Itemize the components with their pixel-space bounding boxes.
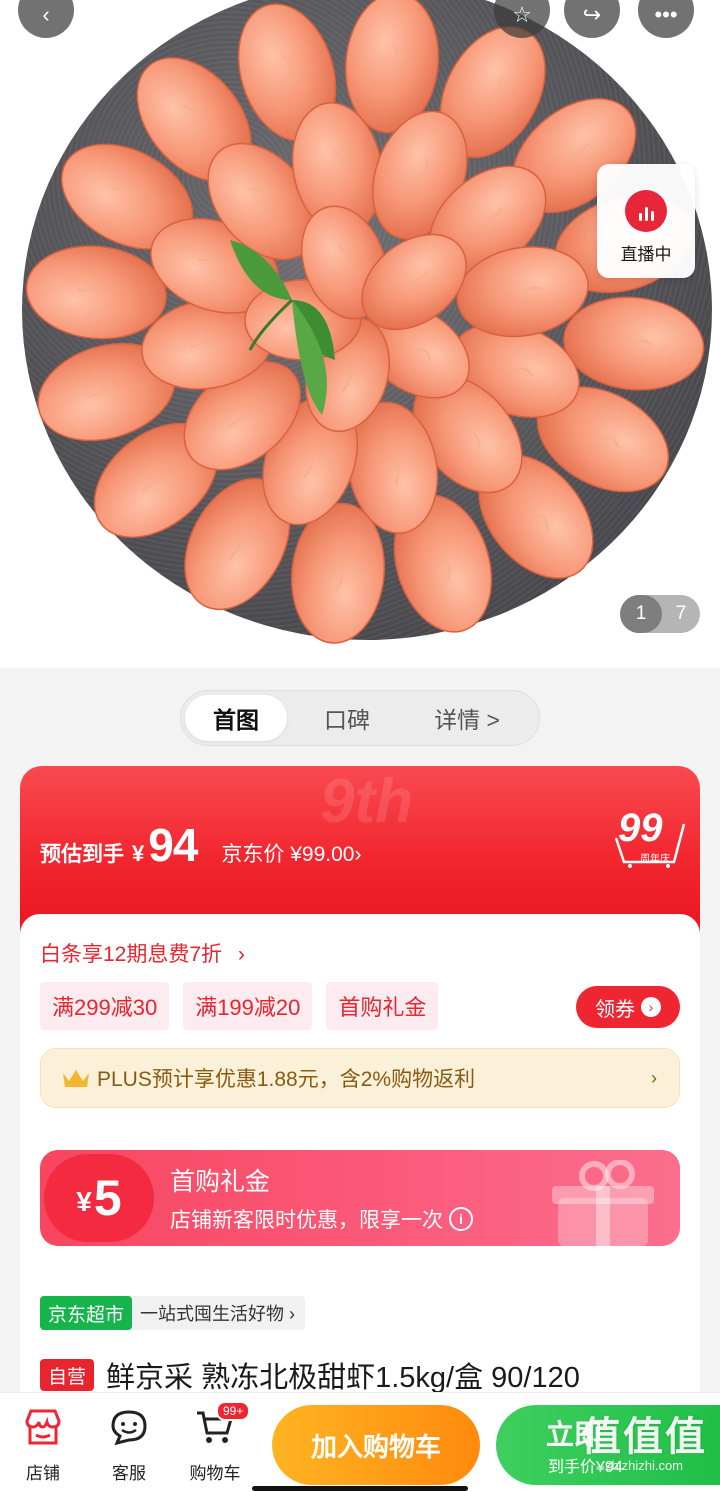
discount-chips: 满299减30 满199减20 首购礼金 xyxy=(40,982,439,1030)
cart-label: 购物车 xyxy=(189,1464,241,1483)
info-icon[interactable]: i xyxy=(449,1207,473,1231)
shrimp-image xyxy=(25,0,705,644)
jd-supermarket-badge: 京东超市 xyxy=(40,1296,133,1330)
get-coupon-button[interactable]: 领券 › xyxy=(576,986,680,1028)
chevron-circle-icon: › xyxy=(641,997,661,1017)
home-indicator xyxy=(252,1486,468,1491)
site-watermark: 值值值 zhizhizhi.com xyxy=(574,1404,714,1473)
product-image-gallery[interactable]: ‹ ☆ ↪ ••• 直播中 1 7 xyxy=(0,0,720,668)
section-tabs: 首图 口碑 详情 > xyxy=(180,690,540,746)
coupon-label: 领券 xyxy=(595,998,635,1021)
anniversary-badge: 99 周年庆 xyxy=(610,806,688,868)
estimate-currency: ¥ xyxy=(132,841,145,866)
product-title: 鲜京采 熟冻北极甜虾1.5kg/盒 90/120 xyxy=(106,1362,580,1394)
chevron-right-icon: › xyxy=(651,1067,657,1088)
store-icon xyxy=(8,1407,78,1447)
gift-amount: ¥ 5 xyxy=(44,1154,154,1242)
discount-chip[interactable]: 首购礼金 xyxy=(326,982,439,1030)
discount-chip[interactable]: 满299减30 xyxy=(40,982,170,1030)
estimate-label: 预估到手 xyxy=(40,843,124,866)
self-operated-tag: 自营 xyxy=(40,1359,95,1391)
image-pager: 1 7 xyxy=(620,595,700,633)
share-icon: ↪ xyxy=(582,2,602,27)
store-label: 店铺 xyxy=(26,1464,60,1483)
live-label: 直播中 xyxy=(620,245,672,264)
badge-caption: 周年庆 xyxy=(640,854,670,865)
gift-value: 5 xyxy=(93,1170,122,1226)
jd-price-text: 京东价 ¥99.00 xyxy=(221,843,355,866)
add-to-cart-button[interactable]: 加入购物车 xyxy=(272,1405,480,1485)
service-label: 客服 xyxy=(112,1464,146,1483)
store-button[interactable]: 店铺 xyxy=(8,1407,78,1484)
gift-subtitle-row: 店铺新客限时优惠，限享一次 i xyxy=(170,1204,473,1234)
pager-current: 1 xyxy=(620,595,662,633)
store-slogan: 一站式囤生活好物 › xyxy=(140,1304,296,1324)
gift-box-icon xyxy=(552,1160,654,1246)
cart-button[interactable]: 99+ 购物车 xyxy=(180,1401,251,1484)
price-row: 预估到手 ¥ 94 京东价 ¥99.00› xyxy=(40,818,362,872)
estimate-price: 94 xyxy=(148,819,198,871)
chevron-right-icon: › xyxy=(237,943,245,966)
tab-reviews[interactable]: 口碑 xyxy=(287,695,407,741)
plus-text: PLUS预计享优惠1.88元，含2%购物返利 xyxy=(97,1068,476,1091)
jd-price-link[interactable]: 京东价 ¥99.00› xyxy=(221,838,361,868)
cart-icon: 99+ xyxy=(180,1401,251,1447)
live-stream-entry[interactable]: 直播中 xyxy=(597,164,695,278)
first-purchase-gift-banner[interactable]: ¥ 5 首购礼金 店铺新客限时优惠，限享一次 i xyxy=(40,1150,680,1246)
store-tag[interactable]: 京东超市 一站式囤生活好物 › xyxy=(40,1296,306,1330)
baitiao-installment-link[interactable]: 白条享12期息费7折 › xyxy=(40,938,245,968)
gift-title: 首购礼金 xyxy=(170,1168,271,1196)
plus-membership-bar[interactable]: PLUS预计享优惠1.88元，含2%购物返利 › xyxy=(40,1048,680,1108)
badge-number: 99 xyxy=(618,806,663,850)
product-title-row: 自营 鲜京采 熟冻北极甜虾1.5kg/盒 90/120 xyxy=(40,1354,580,1396)
back-icon: ‹ xyxy=(42,2,50,27)
gift-currency: ¥ xyxy=(76,1186,92,1217)
live-icon xyxy=(625,190,667,232)
baitiao-text: 白条享12期息费7折 xyxy=(40,943,223,966)
discount-chip[interactable]: 满199减20 xyxy=(183,982,313,1030)
pager-total: 7 xyxy=(675,603,687,624)
more-icon: ••• xyxy=(654,2,678,27)
gift-subtitle: 店铺新客限时优惠，限享一次 xyxy=(170,1209,443,1232)
tab-main-image[interactable]: 首图 xyxy=(185,695,287,741)
customer-service-button[interactable]: 客服 xyxy=(94,1407,164,1484)
chat-smile-icon xyxy=(94,1407,164,1447)
cart-count-badge: 99+ xyxy=(216,1401,251,1421)
star-icon: ☆ xyxy=(512,2,532,27)
chevron-right-icon: › xyxy=(354,843,362,866)
tab-details[interactable]: 详情 > xyxy=(407,695,527,741)
watermark-brand: 值值值 xyxy=(581,1415,707,1459)
crown-icon xyxy=(63,1070,89,1087)
price-banner: 9th 预估到手 ¥ 94 京东价 ¥99.00› 99 周年庆 xyxy=(20,766,700,936)
